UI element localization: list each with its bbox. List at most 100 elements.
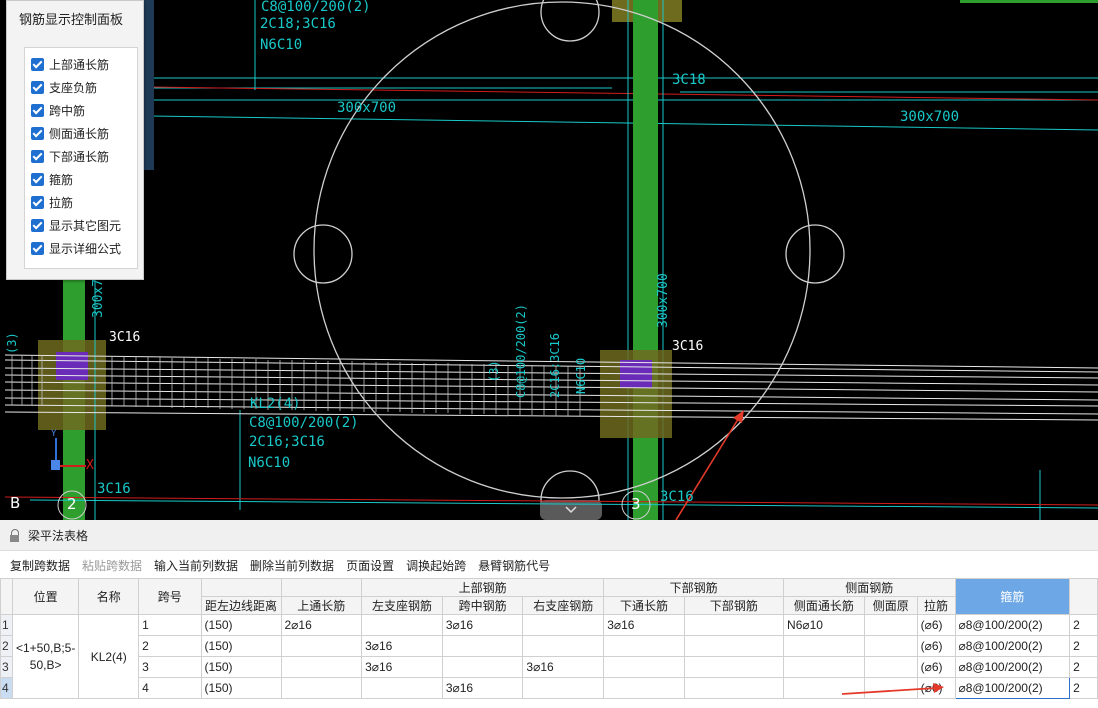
checkbox-checked-icon[interactable]: [31, 150, 44, 163]
header-top-long[interactable]: 上通长筋: [280, 596, 363, 615]
side-orig-cell[interactable]: [863, 614, 918, 636]
header-mid-span[interactable]: 跨中钢筋: [441, 596, 524, 615]
extra-cell[interactable]: 2: [1069, 635, 1098, 657]
option-support-negative-bar[interactable]: 支座负筋: [25, 76, 137, 99]
option-tie-bar[interactable]: 拉筋: [25, 191, 137, 214]
bottom-steel-cell[interactable]: [683, 677, 785, 699]
checkbox-checked-icon[interactable]: [31, 58, 44, 71]
option-side-long-bar[interactable]: 侧面通长筋: [25, 122, 137, 145]
mid-span-cell[interactable]: 3⌀16: [441, 614, 524, 636]
right-support-cell[interactable]: [522, 677, 605, 699]
top-long-cell[interactable]: [280, 635, 363, 657]
side-long-cell[interactable]: N6⌀10: [783, 614, 865, 636]
extra-cell[interactable]: 2: [1069, 677, 1098, 699]
bottom-long-cell[interactable]: [603, 635, 685, 657]
left-support-cell[interactable]: [361, 677, 443, 699]
span-cell[interactable]: 1: [138, 614, 202, 636]
header-right-support[interactable]: 右支座钢筋: [522, 596, 605, 615]
header-position[interactable]: 位置: [11, 578, 80, 615]
mid-span-cell[interactable]: [441, 635, 524, 657]
span-cell[interactable]: 4: [138, 677, 202, 699]
stirrup-cell[interactable]: ⌀8@100/200(2): [954, 656, 1071, 678]
extra-cell[interactable]: 2: [1069, 614, 1098, 636]
top-long-cell[interactable]: 2⌀16: [280, 614, 363, 636]
header-dist-left[interactable]: 距左边线距离: [200, 596, 282, 615]
header-side-long[interactable]: 侧面通长筋: [783, 596, 865, 615]
extra-cell[interactable]: 2: [1069, 656, 1098, 678]
side-long-cell[interactable]: [783, 656, 865, 678]
left-support-cell[interactable]: 3⌀16: [361, 656, 443, 678]
header-left-support[interactable]: 左支座钢筋: [361, 596, 443, 615]
row-number[interactable]: 3: [0, 656, 13, 678]
right-support-cell[interactable]: [522, 614, 605, 636]
cantilever-code-button[interactable]: 悬臂钢筋代号: [478, 557, 550, 574]
side-orig-cell[interactable]: [863, 635, 918, 657]
page-setup-button[interactable]: 页面设置: [346, 557, 394, 574]
cad-viewport[interactable]: C8@100/200(2) 2C18;3C16 N6C10 3C18 300x7…: [0, 0, 1098, 520]
name-cell[interactable]: KL2(4): [78, 614, 140, 699]
checkbox-checked-icon[interactable]: [31, 242, 44, 255]
left-support-cell[interactable]: [361, 614, 443, 636]
span-cell[interactable]: 3: [138, 656, 202, 678]
bottom-steel-cell[interactable]: [683, 656, 785, 678]
checkbox-checked-icon[interactable]: [31, 173, 44, 186]
stirrup-cell[interactable]: ⌀8@100/200(2): [954, 635, 1071, 657]
option-show-other-elements[interactable]: 显示其它图元: [25, 214, 137, 237]
dist-left-cell[interactable]: (150): [200, 614, 282, 636]
bottom-long-cell[interactable]: [603, 677, 685, 699]
option-stirrup[interactable]: 箍筋: [25, 168, 137, 191]
span-cell[interactable]: 2: [138, 635, 202, 657]
header-bottom-long[interactable]: 下通长筋: [603, 596, 685, 615]
header-side-group[interactable]: 侧面钢筋: [783, 578, 956, 597]
header-blank-1: [200, 578, 282, 597]
header-top-group[interactable]: 上部钢筋: [361, 578, 605, 597]
checkbox-checked-icon[interactable]: [31, 196, 44, 209]
header-bottom-group[interactable]: 下部钢筋: [603, 578, 785, 597]
header-stirrup[interactable]: 箍筋: [954, 578, 1071, 615]
top-long-cell[interactable]: [280, 656, 363, 678]
row-number[interactable]: 1: [0, 614, 13, 636]
option-top-long-bar[interactable]: 上部通长筋: [25, 53, 137, 76]
dist-left-cell[interactable]: (150): [200, 677, 282, 699]
dist-left-cell[interactable]: (150): [200, 635, 282, 657]
copy-span-data-button[interactable]: 复制跨数据: [10, 557, 70, 574]
delete-column-data-button[interactable]: 删除当前列数据: [250, 557, 334, 574]
right-support-cell[interactable]: [522, 635, 605, 657]
header-tie[interactable]: 拉筋: [916, 596, 956, 615]
checkbox-checked-icon[interactable]: [31, 127, 44, 140]
dist-left-cell[interactable]: (150): [200, 656, 282, 678]
position-cell[interactable]: <1+50,B;5-50,B>: [11, 614, 80, 699]
row-number[interactable]: 4: [0, 677, 13, 699]
header-bottom-steel[interactable]: 下部钢筋: [683, 596, 785, 615]
checkbox-checked-icon[interactable]: [31, 219, 44, 232]
bottom-steel-cell[interactable]: [683, 614, 785, 636]
option-bottom-long-bar[interactable]: 下部通长筋: [25, 145, 137, 168]
mid-span-cell[interactable]: [441, 656, 524, 678]
side-long-cell[interactable]: [783, 635, 865, 657]
top-long-cell[interactable]: [280, 677, 363, 699]
stirrup-cell[interactable]: ⌀8@100/200(2): [954, 614, 1071, 636]
header-side-orig[interactable]: 侧面原: [863, 596, 918, 615]
pin-lock-icon[interactable]: [10, 528, 20, 542]
right-support-cell[interactable]: 3⌀16: [522, 656, 605, 678]
mid-span-cell[interactable]: 3⌀16: [441, 677, 524, 699]
swap-start-span-button[interactable]: 调换起始跨: [406, 557, 466, 574]
option-mid-span-bar[interactable]: 跨中筋: [25, 99, 137, 122]
bottom-steel-cell[interactable]: [683, 635, 785, 657]
side-orig-cell[interactable]: [863, 656, 918, 678]
paste-span-data-button[interactable]: 粘贴跨数据: [82, 557, 142, 574]
bottom-long-cell[interactable]: [603, 656, 685, 678]
header-name[interactable]: 名称: [78, 578, 140, 615]
bottom-long-cell[interactable]: 3⌀16: [603, 614, 685, 636]
header-span[interactable]: 跨号: [138, 578, 202, 615]
row-number[interactable]: 2: [0, 635, 13, 657]
checkbox-checked-icon[interactable]: [31, 104, 44, 117]
tie-cell[interactable]: (⌀6): [916, 635, 956, 657]
input-column-data-button[interactable]: 输入当前列数据: [154, 557, 238, 574]
tie-cell[interactable]: (⌀6): [916, 614, 956, 636]
tie-cell[interactable]: (⌀6): [916, 656, 956, 678]
left-support-cell[interactable]: 3⌀16: [361, 635, 443, 657]
option-show-detailed-formula[interactable]: 显示详细公式: [25, 237, 137, 260]
stirrup-cell-selected[interactable]: ⌀8@100/200(2): [954, 677, 1071, 699]
checkbox-checked-icon[interactable]: [31, 81, 44, 94]
